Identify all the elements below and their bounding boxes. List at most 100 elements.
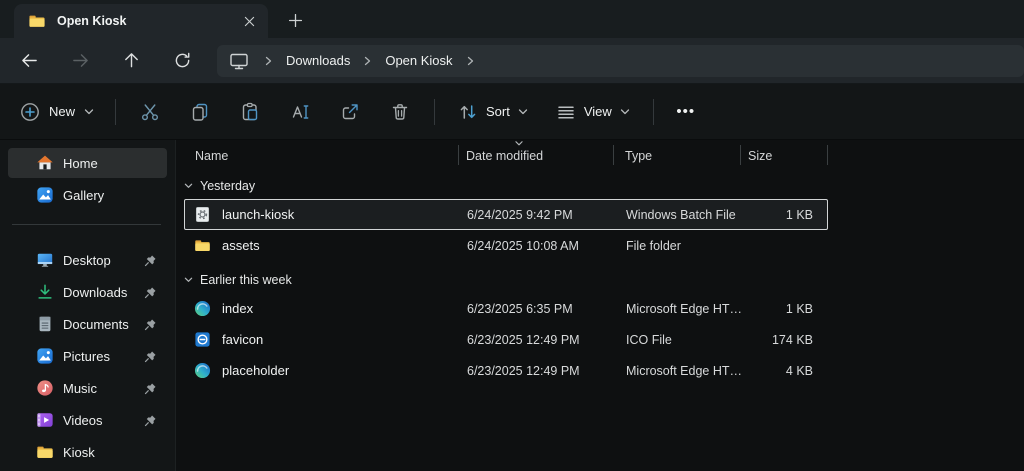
file-row-assets[interactable]: assets 6/24/2025 10:08 AM File folder: [184, 230, 828, 261]
file-date-modified: 6/23/2025 6:35 PM: [467, 302, 626, 316]
chevron-right-icon[interactable]: [363, 56, 372, 66]
sort-arrows-icon: [458, 102, 478, 122]
address-bar[interactable]: Downloads Open Kiosk: [217, 45, 1024, 77]
folder-icon: [28, 13, 46, 29]
sidebar-item-label: Home: [63, 156, 98, 171]
toolbar-separator: [115, 99, 116, 125]
file-type: File folder: [626, 239, 749, 253]
file-name-cell: assets: [185, 237, 467, 254]
column-header-type[interactable]: Type: [625, 149, 652, 163]
edge-html-icon: [194, 362, 211, 379]
column-divider[interactable]: [613, 145, 614, 165]
rename-button[interactable]: [280, 94, 320, 130]
file-size: 1 KB: [749, 208, 813, 222]
file-row-placeholder[interactable]: placeholder 6/23/2025 12:49 PM Microsoft…: [184, 355, 828, 386]
gallery-icon: [36, 186, 54, 204]
column-header-name[interactable]: Name: [195, 149, 228, 163]
folder-icon: [194, 237, 211, 254]
navigation-bar: Downloads Open Kiosk: [0, 38, 1024, 84]
chevron-down-icon: [184, 182, 193, 190]
home-icon: [36, 154, 54, 172]
videos-icon: [36, 411, 54, 429]
toolbar-separator: [653, 99, 654, 125]
pin-icon: [144, 350, 157, 363]
file-name: launch-kiosk: [222, 207, 294, 222]
new-tab-button[interactable]: [280, 5, 310, 35]
windows-batch-file-icon: [194, 206, 211, 223]
sidebar-item-desktop[interactable]: Desktop: [8, 245, 167, 275]
this-pc-monitor-icon[interactable]: [229, 52, 249, 70]
up-button[interactable]: [113, 45, 149, 77]
trash-icon: [390, 102, 410, 122]
file-name-cell: placeholder: [185, 362, 467, 379]
scissors-icon: [140, 102, 160, 122]
sidebar-item-label: Documents: [63, 317, 129, 332]
breadcrumb-open-kiosk[interactable]: Open Kiosk: [385, 53, 452, 68]
downloads-icon: [36, 283, 54, 301]
paste-icon: [240, 102, 260, 122]
view-button-label: View: [584, 104, 612, 119]
sidebar-item-label: Desktop: [63, 253, 111, 268]
sidebar-item-documents[interactable]: Documents: [8, 309, 167, 339]
close-icon: [244, 16, 255, 27]
column-divider[interactable]: [458, 145, 459, 165]
sidebar-divider: [12, 224, 161, 225]
file-type: ICO File: [626, 333, 749, 347]
column-header-size[interactable]: Size: [748, 149, 772, 163]
back-button[interactable]: [11, 45, 47, 77]
sidebar-item-videos[interactable]: Videos: [8, 405, 167, 435]
sidebar-item-music[interactable]: Music: [8, 373, 167, 403]
close-tab-button[interactable]: [236, 8, 262, 34]
file-row-index[interactable]: index 6/23/2025 6:35 PM Microsoft Edge H…: [184, 293, 828, 324]
tab-title: Open Kiosk: [57, 14, 236, 28]
column-divider[interactable]: [827, 145, 828, 165]
group-header-earlier-this-week[interactable]: Earlier this week: [176, 267, 1024, 293]
see-more-button[interactable]: •••: [667, 94, 705, 130]
toolbar-separator: [434, 99, 435, 125]
file-size: 1 KB: [749, 302, 813, 316]
view-button[interactable]: View: [545, 94, 641, 130]
sidebar-item-pictures[interactable]: Pictures: [8, 341, 167, 371]
breadcrumb-downloads[interactable]: Downloads: [286, 53, 350, 68]
share-button[interactable]: [330, 94, 370, 130]
refresh-button[interactable]: [164, 45, 200, 77]
file-name-cell: index: [185, 300, 467, 317]
rename-icon: [290, 102, 310, 122]
file-row-launch-kiosk[interactable]: launch-kiosk 6/24/2025 9:42 PM Windows B…: [184, 199, 828, 230]
chevron-right-icon[interactable]: [264, 56, 273, 66]
sidebar-item-gallery[interactable]: Gallery: [8, 180, 167, 210]
sort-button[interactable]: Sort: [447, 94, 539, 130]
sidebar-item-label: Downloads: [63, 285, 127, 300]
new-button[interactable]: New: [8, 94, 106, 130]
plus-circle-icon: [20, 102, 40, 122]
column-header-date-modified[interactable]: Date modified: [466, 149, 543, 163]
file-date-modified: 6/24/2025 10:08 AM: [467, 239, 626, 253]
tab-strip: Open Kiosk: [0, 0, 1024, 38]
file-name: favicon: [222, 332, 263, 347]
forward-button[interactable]: [62, 45, 98, 77]
delete-button[interactable]: [380, 94, 420, 130]
up-arrow-icon: [123, 52, 140, 69]
back-arrow-icon: [21, 52, 38, 69]
sidebar-item-home[interactable]: Home: [8, 148, 167, 178]
chevron-down-icon: [84, 108, 94, 116]
file-name-cell: launch-kiosk: [185, 206, 467, 223]
group-header-yesterday[interactable]: Yesterday: [176, 173, 1024, 199]
sidebar-item-label: Pictures: [63, 349, 110, 364]
file-row-favicon[interactable]: favicon 6/23/2025 12:49 PM ICO File 174 …: [184, 324, 828, 355]
sidebar-item-downloads[interactable]: Downloads: [8, 277, 167, 307]
folder-icon: [36, 443, 54, 461]
chevron-right-icon[interactable]: [466, 56, 475, 66]
copy-button[interactable]: [180, 94, 220, 130]
cut-button[interactable]: [130, 94, 170, 130]
documents-icon: [36, 315, 54, 333]
sort-button-label: Sort: [486, 104, 510, 119]
sidebar-item-kiosk[interactable]: Kiosk: [8, 437, 167, 467]
paste-button[interactable]: [230, 94, 270, 130]
explorer-tab[interactable]: Open Kiosk: [14, 4, 268, 38]
pin-icon: [144, 254, 157, 267]
content-area: Home Gallery Desktop Downloads Documents…: [0, 140, 1024, 471]
sidebar-item-label: Gallery: [63, 188, 104, 203]
file-size: 174 KB: [749, 333, 813, 347]
column-divider[interactable]: [740, 145, 741, 165]
